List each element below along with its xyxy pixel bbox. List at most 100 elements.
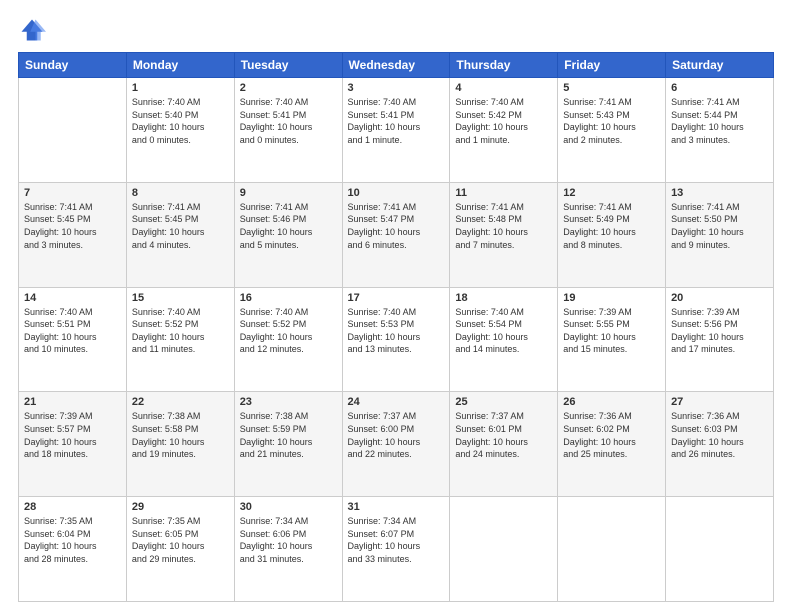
calendar-body: 1 Sunrise: 7:40 AMSunset: 5:40 PMDaylight…	[19, 78, 774, 602]
day-cell: 30 Sunrise: 7:34 AMSunset: 6:06 PMDayligh…	[234, 497, 342, 602]
day-cell: 6Sunrise: 7:41 AMSunset: 5:44 PMDaylight…	[666, 78, 774, 183]
logo-icon	[18, 16, 46, 44]
day-info: Sunrise: 7:40 AMSunset: 5:42 PMDaylight:…	[455, 96, 552, 146]
day-info: Sunrise: 7:40 AMSunset: 5:41 PMDaylight:…	[240, 96, 337, 146]
day-number: 1	[132, 82, 229, 94]
days-header-row: SundayMondayTuesdayWednesdayThursdayFrid…	[19, 53, 774, 78]
day-number: 23	[240, 396, 337, 408]
day-cell: 16 Sunrise: 7:40 AMSunset: 5:52 PMDayligh…	[234, 287, 342, 392]
day-cell	[450, 497, 558, 602]
day-cell: 7 Sunrise: 7:41 AMSunset: 5:45 PMDaylight…	[19, 182, 127, 287]
day-cell: 8 Sunrise: 7:41 AMSunset: 5:45 PMDaylight…	[126, 182, 234, 287]
day-info: Sunrise: 7:41 AMSunset: 5:46 PMDaylight:…	[240, 201, 337, 251]
day-number: 28	[24, 501, 121, 513]
day-info: Sunrise: 7:40 AMSunset: 5:40 PMDaylight:…	[132, 96, 229, 146]
day-info: Sunrise: 7:40 AMSunset: 5:51 PMDaylight:…	[24, 306, 121, 356]
day-cell: 3 Sunrise: 7:40 AMSunset: 5:41 PMDaylight…	[342, 78, 450, 183]
day-header-sunday: Sunday	[19, 53, 127, 78]
day-cell: 28 Sunrise: 7:35 AMSunset: 6:04 PMDayligh…	[19, 497, 127, 602]
day-number: 10	[348, 187, 445, 199]
day-cell: 13Sunrise: 7:41 AMSunset: 5:50 PMDayligh…	[666, 182, 774, 287]
day-cell	[19, 78, 127, 183]
day-header-wednesday: Wednesday	[342, 53, 450, 78]
day-cell: 10Sunrise: 7:41 AMSunset: 5:47 PMDayligh…	[342, 182, 450, 287]
day-number: 5	[563, 82, 660, 94]
day-info: Sunrise: 7:36 AMSunset: 6:02 PMDaylight:…	[563, 410, 660, 460]
day-cell: 4 Sunrise: 7:40 AMSunset: 5:42 PMDaylight…	[450, 78, 558, 183]
day-number: 14	[24, 292, 121, 304]
day-header-saturday: Saturday	[666, 53, 774, 78]
day-cell: 25 Sunrise: 7:37 AMSunset: 6:01 PMDayligh…	[450, 392, 558, 497]
day-info: Sunrise: 7:39 AMSunset: 5:57 PMDaylight:…	[24, 410, 121, 460]
day-header-thursday: Thursday	[450, 53, 558, 78]
day-cell: 17 Sunrise: 7:40 AMSunset: 5:53 PMDayligh…	[342, 287, 450, 392]
day-info: Sunrise: 7:36 AMSunset: 6:03 PMDaylight:…	[671, 410, 768, 460]
day-info: Sunrise: 7:34 AMSunset: 6:06 PMDaylight:…	[240, 515, 337, 565]
day-cell: 24Sunrise: 7:37 AMSunset: 6:00 PMDayligh…	[342, 392, 450, 497]
calendar-table: SundayMondayTuesdayWednesdayThursdayFrid…	[18, 52, 774, 602]
day-header-friday: Friday	[558, 53, 666, 78]
day-number: 17	[348, 292, 445, 304]
day-cell: 26 Sunrise: 7:36 AMSunset: 6:02 PMDayligh…	[558, 392, 666, 497]
day-info: Sunrise: 7:41 AMSunset: 5:49 PMDaylight:…	[563, 201, 660, 251]
logo	[18, 16, 50, 44]
day-cell: 19 Sunrise: 7:39 AMSunset: 5:55 PMDayligh…	[558, 287, 666, 392]
day-number: 25	[455, 396, 552, 408]
day-info: Sunrise: 7:40 AMSunset: 5:52 PMDaylight:…	[132, 306, 229, 356]
day-number: 29	[132, 501, 229, 513]
day-info: Sunrise: 7:35 AMSunset: 6:05 PMDaylight:…	[132, 515, 229, 565]
day-cell: 5Sunrise: 7:41 AMSunset: 5:43 PMDaylight…	[558, 78, 666, 183]
day-cell: 2 Sunrise: 7:40 AMSunset: 5:41 PMDaylight…	[234, 78, 342, 183]
day-info: Sunrise: 7:37 AMSunset: 6:00 PMDaylight:…	[348, 410, 445, 460]
day-cell	[666, 497, 774, 602]
day-header-monday: Monday	[126, 53, 234, 78]
day-cell: 22 Sunrise: 7:38 AMSunset: 5:58 PMDayligh…	[126, 392, 234, 497]
day-number: 9	[240, 187, 337, 199]
day-info: Sunrise: 7:39 AMSunset: 5:55 PMDaylight:…	[563, 306, 660, 356]
day-cell: 29 Sunrise: 7:35 AMSunset: 6:05 PMDayligh…	[126, 497, 234, 602]
day-number: 3	[348, 82, 445, 94]
day-number: 2	[240, 82, 337, 94]
day-info: Sunrise: 7:40 AMSunset: 5:41 PMDaylight:…	[348, 96, 445, 146]
day-number: 8	[132, 187, 229, 199]
day-number: 19	[563, 292, 660, 304]
week-row-5: 28 Sunrise: 7:35 AMSunset: 6:04 PMDayligh…	[19, 497, 774, 602]
day-cell: 14 Sunrise: 7:40 AMSunset: 5:51 PMDayligh…	[19, 287, 127, 392]
day-cell: 31Sunrise: 7:34 AMSunset: 6:07 PMDayligh…	[342, 497, 450, 602]
calendar-header	[18, 16, 774, 44]
day-cell: 18 Sunrise: 7:40 AMSunset: 5:54 PMDayligh…	[450, 287, 558, 392]
day-info: Sunrise: 7:37 AMSunset: 6:01 PMDaylight:…	[455, 410, 552, 460]
day-header-tuesday: Tuesday	[234, 53, 342, 78]
day-info: Sunrise: 7:38 AMSunset: 5:58 PMDaylight:…	[132, 410, 229, 460]
day-info: Sunrise: 7:40 AMSunset: 5:52 PMDaylight:…	[240, 306, 337, 356]
day-number: 21	[24, 396, 121, 408]
day-cell	[558, 497, 666, 602]
day-number: 22	[132, 396, 229, 408]
day-number: 16	[240, 292, 337, 304]
day-info: Sunrise: 7:35 AMSunset: 6:04 PMDaylight:…	[24, 515, 121, 565]
day-number: 11	[455, 187, 552, 199]
day-cell: 1 Sunrise: 7:40 AMSunset: 5:40 PMDaylight…	[126, 78, 234, 183]
day-number: 30	[240, 501, 337, 513]
day-number: 7	[24, 187, 121, 199]
day-cell: 12 Sunrise: 7:41 AMSunset: 5:49 PMDayligh…	[558, 182, 666, 287]
day-info: Sunrise: 7:41 AMSunset: 5:45 PMDaylight:…	[132, 201, 229, 251]
day-info: Sunrise: 7:41 AMSunset: 5:44 PMDaylight:…	[671, 96, 768, 146]
day-info: Sunrise: 7:41 AMSunset: 5:45 PMDaylight:…	[24, 201, 121, 251]
day-cell: 11Sunrise: 7:41 AMSunset: 5:48 PMDayligh…	[450, 182, 558, 287]
week-row-1: 1 Sunrise: 7:40 AMSunset: 5:40 PMDaylight…	[19, 78, 774, 183]
day-number: 4	[455, 82, 552, 94]
calendar-page: SundayMondayTuesdayWednesdayThursdayFrid…	[0, 0, 792, 612]
day-number: 18	[455, 292, 552, 304]
day-cell: 27Sunrise: 7:36 AMSunset: 6:03 PMDayligh…	[666, 392, 774, 497]
day-number: 31	[348, 501, 445, 513]
day-info: Sunrise: 7:40 AMSunset: 5:53 PMDaylight:…	[348, 306, 445, 356]
day-number: 26	[563, 396, 660, 408]
day-cell: 15 Sunrise: 7:40 AMSunset: 5:52 PMDayligh…	[126, 287, 234, 392]
day-cell: 23 Sunrise: 7:38 AMSunset: 5:59 PMDayligh…	[234, 392, 342, 497]
day-info: Sunrise: 7:38 AMSunset: 5:59 PMDaylight:…	[240, 410, 337, 460]
day-info: Sunrise: 7:40 AMSunset: 5:54 PMDaylight:…	[455, 306, 552, 356]
day-cell: 21 Sunrise: 7:39 AMSunset: 5:57 PMDayligh…	[19, 392, 127, 497]
day-number: 15	[132, 292, 229, 304]
day-number: 12	[563, 187, 660, 199]
